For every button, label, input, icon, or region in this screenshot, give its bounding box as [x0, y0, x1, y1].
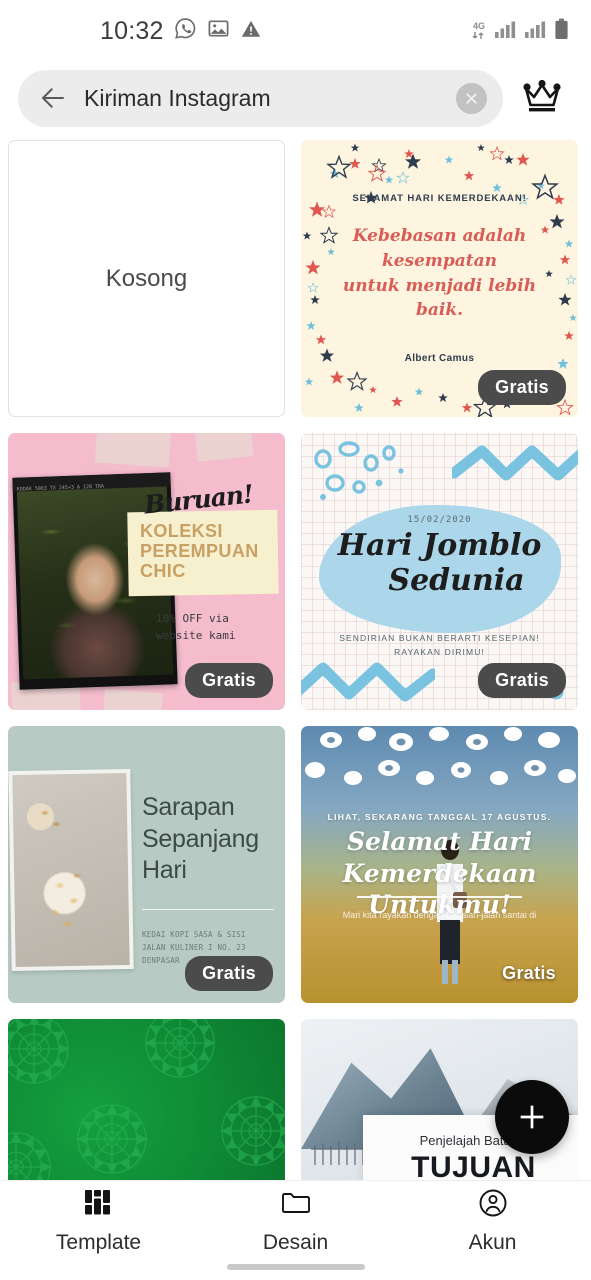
jomblo-title: Hari Jomblo Sedunia — [301, 528, 578, 598]
dots-decor — [305, 727, 576, 785]
price-badge: Gratis — [185, 956, 273, 991]
template-card-empty[interactable]: Kosong — [8, 140, 285, 417]
jomblo-title-line-2: Sedunia — [388, 562, 525, 598]
bubbles-decor — [314, 441, 404, 500]
template-card-selamat-kemerdekaan[interactable]: LIHAT, SEKARANG TANGGAL 17 AGUSTUS. Sela… — [301, 726, 578, 1003]
battery-icon — [554, 18, 569, 45]
breakfast-photo-frame — [8, 768, 134, 972]
jomblo-sub-line-1: SENDIRIAN BUKAN BERARTI KESEPIAN! — [339, 633, 540, 643]
quote-line-2: untuk menjadi lebih baik. — [342, 275, 537, 321]
grid-row: KODAK 5063 TX 245+3 A 120 TRA Buruan! KO… — [8, 433, 583, 710]
divider — [357, 896, 522, 898]
fashion-heading-line-3: CHIC — [140, 561, 186, 582]
price-badge: Gratis — [478, 663, 566, 698]
template-grid[interactable]: Kosong SELAMAT HARI KEMERDEKAAN! Kebebas… — [0, 134, 591, 1180]
quote-author: Albert Camus — [404, 352, 475, 364]
nav-item-template[interactable]: Template — [0, 1181, 197, 1280]
sarapan-title: Sarapan Sepanjang Hari — [142, 792, 280, 887]
merdeka-subtitle: Mari kita rayakan dengan berjalan-jalan … — [342, 910, 537, 920]
merdeka-eyebrow: LIHAT, SEKARANG TANGGAL 17 AGUSTUS. — [327, 812, 552, 822]
nav-label-akun: Akun — [468, 1231, 517, 1254]
signal-bars-icon — [494, 19, 517, 44]
template-card-fashion-promo[interactable]: KODAK 5063 TX 245+3 A 120 TRA Buruan! KO… — [8, 433, 285, 710]
breakfast-photo — [12, 773, 130, 967]
jomblo-subtitle: SENDIRIAN BUKAN BERARTI KESEPIAN! RAYAKA… — [301, 631, 578, 660]
nav-label-template: Template — [55, 1231, 142, 1254]
price-badge: Gratis — [502, 963, 556, 983]
app-screen: 10:32 4G Kiriman Instagram Kosong SELAMA… — [0, 0, 591, 1280]
fashion-offer: 10% OFF via website kami — [156, 611, 278, 644]
jomblo-sub-line-2: RAYAKAN DIRIMU! — [394, 647, 485, 658]
empty-card-label: Kosong — [105, 264, 188, 292]
jomblo-title-line-1: Hari Jomblo — [337, 528, 542, 563]
nav-item-akun[interactable]: Akun — [394, 1181, 591, 1280]
jomblo-date: 15/02/2020 — [407, 515, 472, 525]
address-line-1: KEDAI KOPI SASA & SISI — [142, 930, 246, 939]
search-field-container[interactable]: Kiriman Instagram — [18, 69, 503, 127]
tape-decor — [102, 688, 164, 710]
template-card-selamat-lebaran[interactable]: SELAMAT LEBARAN — [8, 1019, 285, 1180]
back-arrow-icon[interactable] — [36, 81, 70, 115]
sarapan-title-line-3: Hari — [142, 856, 187, 884]
status-time: 10:32 — [100, 16, 164, 45]
home-indicator[interactable] — [226, 1264, 365, 1270]
fashion-offer-line-1: 10% OFF via — [156, 612, 229, 625]
tape-decor — [194, 433, 254, 462]
quote-line-1: Kebebasan adalah kesempatan — [352, 226, 527, 271]
search-input[interactable]: Kiriman Instagram — [84, 85, 456, 112]
tape-decor — [94, 433, 172, 468]
mandala-pattern — [8, 1019, 285, 1180]
grid-row: Kosong SELAMAT HARI KEMERDEKAAN! Kebebas… — [8, 140, 583, 417]
quote-text: Kebebasan adalah kesempatan untuk menjad… — [327, 224, 552, 323]
status-bar-left: 10:32 — [100, 17, 262, 46]
sarapan-title-line-2: Sepanjang — [142, 824, 259, 853]
merdeka-title-line-1: Selamat Hari — [346, 827, 533, 856]
grid-row: SELAMAT LEBARAN Penjelajah Batavia TUJUA — [8, 1019, 583, 1180]
merdeka-title: Selamat Hari Kemerdekaan Untukmu! — [301, 826, 578, 921]
crown-icon[interactable] — [511, 70, 573, 127]
nav-label-desain: Desain — [262, 1231, 329, 1254]
folder-icon — [279, 1186, 313, 1225]
image-icon — [207, 17, 230, 45]
fashion-heading-line-2: PEREMPUAN — [140, 541, 259, 562]
tujuan-title-line-1: TUJUAN — [411, 1151, 536, 1180]
quote-eyebrow: SELAMAT HARI KEMERDEKAAN! — [352, 193, 527, 205]
status-bar: 10:32 4G — [0, 0, 591, 62]
template-card-sarapan[interactable]: Sarapan Sepanjang Hari KEDAI KOPI SASA &… — [8, 726, 285, 1003]
squiggle-decor-top — [452, 445, 578, 481]
squiggle-decor-bottom — [301, 662, 435, 702]
grid-row: Sarapan Sepanjang Hari KEDAI KOPI SASA &… — [8, 726, 583, 1003]
status-bar-right: 4G — [471, 18, 569, 45]
template-grid-icon — [82, 1186, 116, 1225]
whatsapp-icon — [174, 17, 197, 45]
network-4g-icon: 4G — [471, 22, 487, 40]
template-card-hari-jomblo[interactable]: 15/02/2020 Hari Jomblo Sedunia SENDIRIAN… — [301, 433, 578, 710]
fashion-offer-line-2: website kami — [156, 628, 236, 642]
divider — [142, 909, 274, 910]
fashion-heading-line-1: KOLEKSI — [140, 521, 223, 541]
price-badge: Gratis — [478, 370, 566, 405]
warning-icon — [240, 18, 262, 45]
create-design-fab[interactable] — [495, 1080, 569, 1154]
signal-bars-2-icon — [524, 19, 547, 44]
fashion-heading: KOLEKSI PEREMPUAN CHIC — [140, 521, 280, 581]
price-badge: Gratis — [185, 663, 273, 698]
address-line-2: JALAN KULINER I NO. 23 — [142, 943, 246, 953]
top-search-bar: Kiriman Instagram — [0, 62, 591, 134]
account-circle-icon — [476, 1186, 510, 1225]
tujuan-title: TUJUAN FAVORIT — [363, 1152, 578, 1180]
clear-icon[interactable] — [456, 82, 487, 114]
plus-icon — [520, 1105, 544, 1129]
template-card-kemerdekaan-quote[interactable]: SELAMAT HARI KEMERDEKAAN! Kebebasan adal… — [301, 140, 578, 417]
sarapan-title-line-1: Sarapan — [142, 793, 235, 821]
